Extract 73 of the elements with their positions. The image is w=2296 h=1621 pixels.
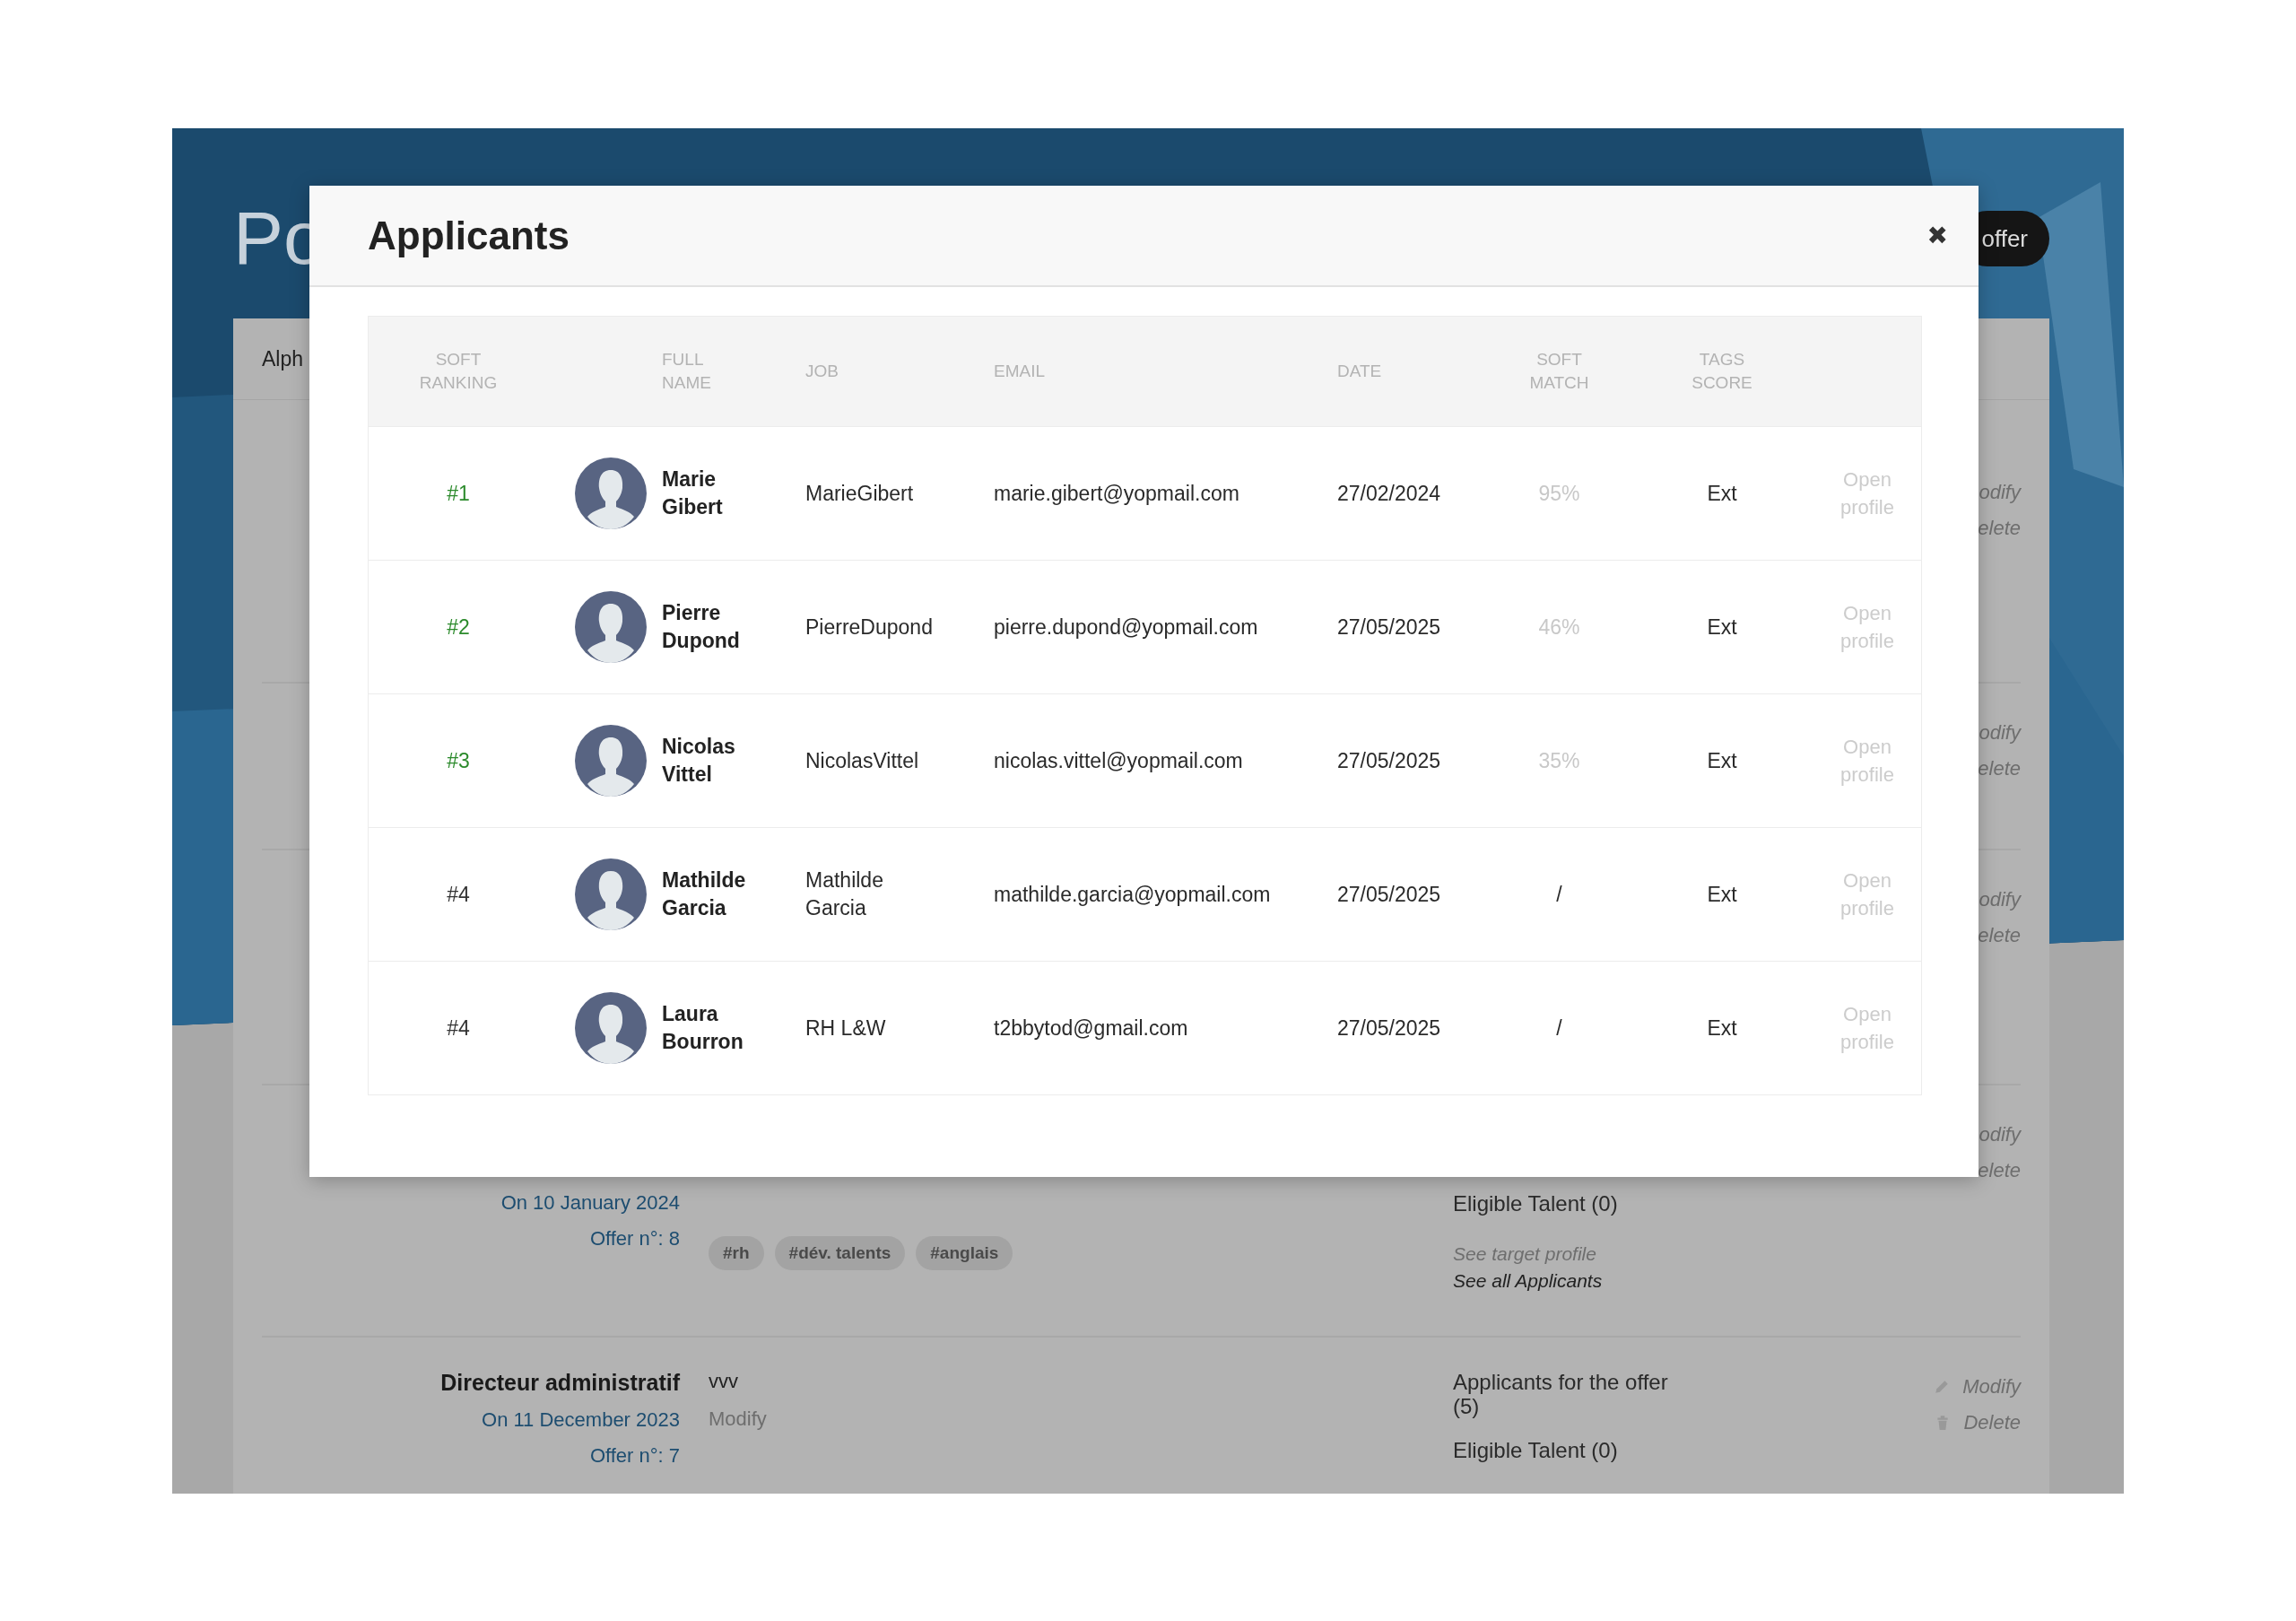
tag-chip: #anglais: [916, 1236, 1013, 1270]
pencil-icon: [1934, 1379, 1951, 1395]
tag-chip: #rh: [709, 1236, 764, 1270]
tags-score-cell-text: Ext: [1707, 614, 1737, 641]
action-link[interactable]: elete: [1978, 757, 2021, 780]
job-cell-text: RH L&W: [805, 1015, 886, 1041]
column-header: SOFT MATCH: [1529, 349, 1589, 394]
name-cell-text: Nicolas Vittel: [662, 734, 735, 788]
ranking-cell: #2: [447, 614, 470, 640]
column-header: JOB: [805, 361, 839, 382]
offer-date: On 10 January 2024: [500, 1191, 680, 1215]
avatar-icon: [575, 591, 647, 663]
column-header: FULL NAME: [662, 349, 711, 394]
ranking-cell: #4: [447, 882, 470, 907]
action-link[interactable]: odify: [1979, 888, 2021, 911]
target-profile-link[interactable]: See target profile: [1453, 1243, 1596, 1265]
name-cell-text: Laura Bourron: [662, 1001, 744, 1055]
offer-title: Directeur administratif: [440, 1370, 680, 1396]
job-cell-text: NicolasVittel: [805, 747, 919, 774]
action-link[interactable]: elete: [1978, 924, 2021, 947]
email-cell-text: nicolas.vittel@yopmail.com: [994, 747, 1243, 774]
date-cell-text: 27/05/2025: [1337, 747, 1441, 774]
all-applicants-link[interactable]: See all Applicants: [1453, 1270, 1603, 1292]
avatar-icon: [575, 992, 647, 1064]
eligible-talent-link[interactable]: Eligible Talent (0): [1453, 1438, 1618, 1463]
date-cell-text: 27/02/2024: [1337, 480, 1441, 507]
date-cell-text: 27/05/2025: [1337, 1015, 1441, 1041]
date-cell-text: 27/05/2025: [1337, 881, 1441, 908]
job-cell-text: Mathilde Garcia: [805, 867, 884, 921]
column-header: DATE: [1337, 361, 1382, 382]
name-cell-text: Pierre Dupond: [662, 600, 740, 654]
column-header: SOFT RANKING: [419, 349, 498, 394]
avatar-icon: [575, 458, 647, 529]
tags-score-cell-text: Ext: [1707, 480, 1737, 507]
job-cell-text: PierreDupond: [805, 614, 933, 641]
ranking-cell: #4: [447, 1015, 470, 1041]
offer-number: Offer n°: 7: [589, 1444, 680, 1468]
date-cell-text: 27/05/2025: [1337, 614, 1441, 641]
name-cell-text: Marie Gibert: [662, 466, 723, 520]
soft-match-cell-text: /: [1556, 1015, 1562, 1041]
name-cell-text: Mathilde Garcia: [662, 867, 746, 921]
action-link[interactable]: odify: [1979, 721, 2021, 745]
ranking-cell: #3: [447, 748, 470, 773]
email-cell-text: marie.gibert@yopmail.com: [994, 480, 1239, 507]
offer-number: Offer n°: 8: [589, 1227, 680, 1251]
soft-match-cell-text: /: [1556, 881, 1562, 908]
applicants-link[interactable]: Applicants for the offer (5): [1453, 1370, 1695, 1418]
email-cell-text: t2bbytod@gmail.com: [994, 1015, 1188, 1041]
action-link[interactable]: Modify: [1962, 1375, 2021, 1399]
tags-score-cell-text: Ext: [1707, 747, 1737, 774]
action-link[interactable]: elete: [1978, 517, 2021, 540]
offer-date: On 11 December 2023: [482, 1408, 680, 1432]
offer-description: vvv: [709, 1370, 738, 1393]
tags-score-cell-text: Ext: [1707, 881, 1737, 908]
action-link[interactable]: odify: [1979, 481, 2021, 504]
sort-tab[interactable]: Alph: [262, 346, 304, 371]
close-button[interactable]: ✖: [1923, 217, 1952, 254]
tags-score-cell-text: Ext: [1707, 1015, 1737, 1041]
avatar-icon: [575, 858, 647, 930]
email-cell-text: pierre.dupond@yopmail.com: [994, 614, 1258, 641]
action-link[interactable]: elete: [1978, 1159, 2021, 1182]
email-cell-text: mathilde.garcia@yopmail.com: [994, 881, 1271, 908]
avatar-icon: [575, 725, 647, 797]
tag-chip: #dév. talents: [774, 1236, 906, 1270]
action-link[interactable]: Delete: [1963, 1411, 2021, 1434]
eligible-talent-link[interactable]: Eligible Talent (0): [1453, 1191, 1618, 1216]
action-link[interactable]: odify: [1979, 1123, 2021, 1146]
job-cell-text: MarieGibert: [805, 480, 914, 507]
modify-link[interactable]: Modify: [709, 1407, 767, 1431]
column-header: TAGS SCORE: [1692, 349, 1752, 394]
ranking-cell: #1: [447, 481, 470, 506]
dialog-title: Applicants: [368, 213, 570, 258]
column-header: EMAIL: [994, 361, 1046, 382]
